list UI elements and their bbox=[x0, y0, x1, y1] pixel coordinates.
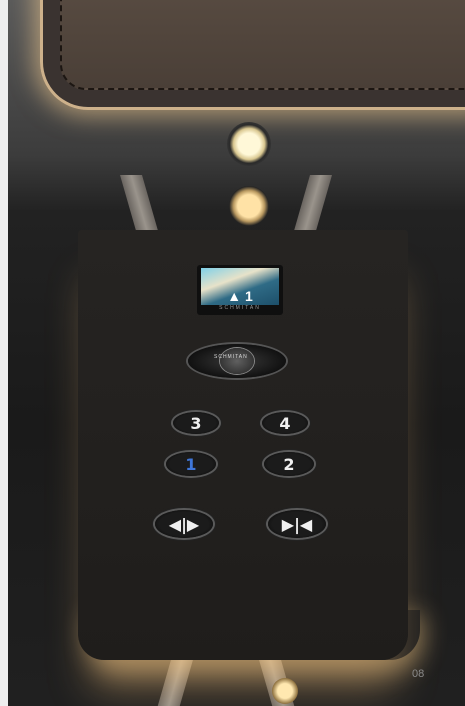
floor-light bbox=[272, 678, 298, 704]
floor-number: 1 bbox=[244, 288, 253, 304]
ceiling-spotlight bbox=[227, 122, 271, 166]
floor-display: ▲ 1 SCHMITAN bbox=[197, 265, 283, 315]
page-edge bbox=[0, 0, 8, 706]
display-screen: ▲ 1 bbox=[201, 268, 279, 305]
page-number: 08 bbox=[412, 668, 425, 680]
floor-button-1[interactable]: 1 bbox=[166, 452, 216, 476]
floor-button-3[interactable]: 3 bbox=[173, 412, 219, 434]
door-open-button[interactable]: ◀|▶ bbox=[155, 510, 213, 538]
display-brand: SCHMITAN bbox=[219, 305, 261, 311]
direction-arrow-icon: ▲ bbox=[227, 288, 242, 304]
floor-button-2[interactable]: 2 bbox=[264, 452, 314, 476]
dial-knob[interactable] bbox=[220, 348, 254, 374]
ceiling-leather-inset bbox=[60, 0, 465, 90]
door-close-button[interactable]: ▶|◀ bbox=[268, 510, 326, 538]
floor-button-4[interactable]: 4 bbox=[262, 412, 308, 434]
control-dial[interactable]: SCHMITAN bbox=[188, 344, 286, 378]
floor-indicator: ▲ 1 bbox=[201, 288, 279, 304]
dial-brand: SCHMITAN bbox=[214, 354, 248, 360]
elevator-scene: ▲ 1 SCHMITAN SCHMITAN 3 4 1 2 ◀|▶ ▶|◀ 08 bbox=[0, 0, 465, 706]
ceiling-spotlight bbox=[229, 186, 269, 226]
